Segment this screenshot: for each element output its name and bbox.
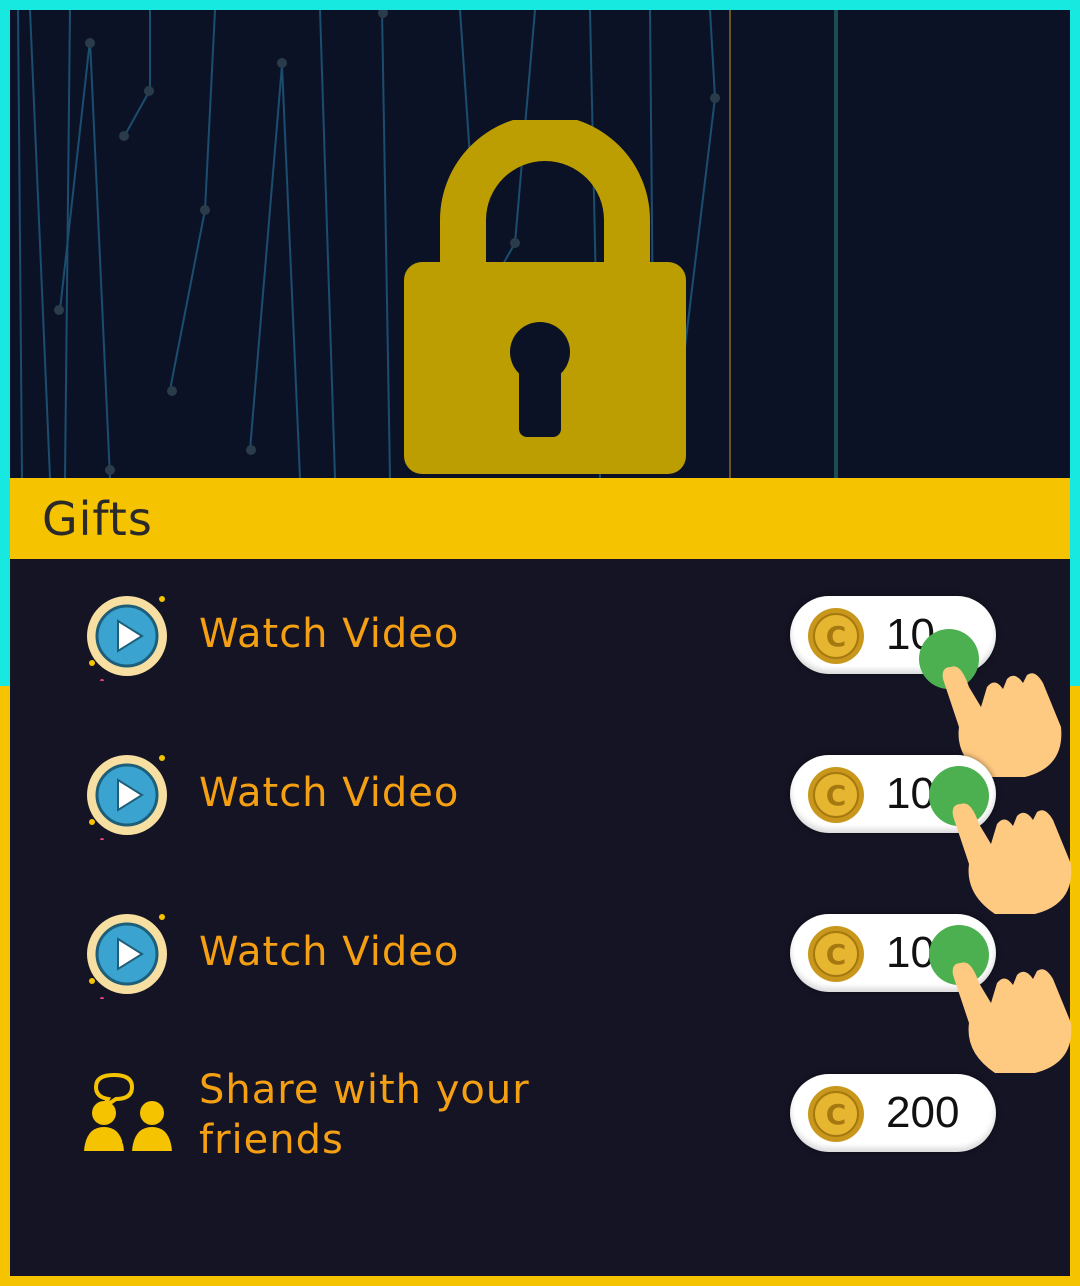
reward-row-watch-video-1[interactable]: Watch Video C 10: [10, 575, 1070, 777]
coin-icon: C: [808, 608, 864, 664]
reward-amount: 200: [886, 1088, 960, 1137]
hero-banner: [10, 10, 1070, 478]
reward-row-watch-video-3[interactable]: Watch Video C 10: [10, 893, 1072, 1073]
coin-icon: C: [808, 926, 864, 982]
reward-label: Share with your friends: [199, 1065, 530, 1165]
reward-label-line1: Share with your: [199, 1067, 530, 1113]
gifts-header: Gifts: [10, 478, 1070, 559]
lock-icon: [404, 120, 686, 474]
svg-text:C: C: [826, 779, 847, 812]
rewards-panel: Watch Video C 10 Watch Video C 10 Watch …: [10, 559, 1072, 1276]
reward-row-watch-video-2[interactable]: Watch Video C 10: [10, 734, 1072, 914]
tap-hand-icon: [929, 766, 1072, 914]
reward-row-share-friends[interactable]: Share with your friends C 200: [10, 1053, 1070, 1173]
tap-hand-icon: [929, 925, 1072, 1073]
svg-text:C: C: [826, 1098, 847, 1131]
page-title: Gifts: [42, 492, 153, 546]
coin-icon: C: [808, 767, 864, 823]
reward-label: Watch Video: [199, 770, 460, 816]
reward-amount-button[interactable]: C 200: [790, 1074, 996, 1152]
play-video-icon: [87, 914, 167, 999]
reward-label-line2: friends: [199, 1117, 344, 1163]
reward-label: Watch Video: [199, 929, 460, 975]
svg-text:C: C: [826, 938, 847, 971]
reward-label: Watch Video: [199, 611, 460, 657]
share-friends-icon: [84, 1072, 172, 1151]
svg-text:C: C: [826, 620, 847, 653]
play-video-icon: [87, 755, 167, 840]
coin-icon: C: [808, 1086, 864, 1142]
play-video-icon: [87, 596, 167, 681]
